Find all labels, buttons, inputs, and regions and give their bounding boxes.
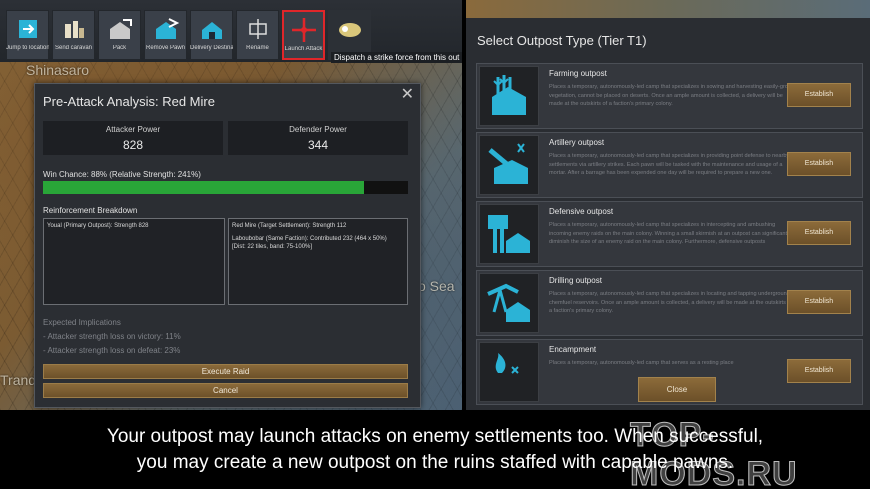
reinforcement-line: [Dist: 22 tiles, band: 75-100%] [232, 244, 313, 250]
reinforcement-left-box: Youal (Primary Outpost): Strength 828 [43, 218, 225, 305]
outpost-row-defensive: Defensive outpost Places a temporary, au… [476, 201, 863, 267]
launch-attack-button[interactable]: Launch Attack [282, 10, 325, 60]
close-button[interactable]: Close [638, 377, 716, 402]
encampment-icon [479, 342, 539, 402]
outpost-select-panel: Select Outpost Type (Tier T1) Farming ou… [466, 0, 870, 410]
cancel-button[interactable]: Cancel [43, 383, 408, 398]
defender-power-box: Defender Power 344 [228, 121, 408, 155]
world-toolbar: Jump to location Send caravan Pack Remov… [0, 0, 462, 63]
outpost-name: Encampment [549, 345, 597, 354]
attacker-power-value: 828 [122, 138, 144, 152]
farming-icon [479, 66, 539, 126]
caravan-icon [64, 21, 84, 38]
implication-line: - Attacker strength loss on victory: 11% [43, 332, 181, 341]
outpost-description: Places a temporary, autonomously-led cam… [549, 291, 793, 314]
close-icon[interactable]: ✕ [401, 84, 414, 104]
reinforcement-line: Red Mire (Target Settlement): Strength 1… [232, 223, 347, 229]
remove-pawn-icon [155, 18, 179, 39]
defensive-icon [479, 204, 539, 264]
outpost-name: Drilling outpost [549, 276, 602, 285]
map-label: Shinasaro [26, 62, 90, 78]
win-chance-text: Win Chance: 88% (Relative Strength: 241%… [43, 170, 201, 179]
rename-button[interactable]: Rename [236, 10, 279, 60]
win-chance-fill [43, 181, 365, 194]
reinforcement-line: Laboubobar (Same Faction): Contributed 2… [232, 236, 387, 242]
toolbar-tooltip: Dispatch a strike force from this out [331, 52, 462, 63]
map-label: o Sea [418, 278, 455, 294]
attacker-power-label: Attacker Power [105, 125, 161, 134]
reinforcement-label: Reinforcement Breakdown [43, 206, 138, 215]
reinforcement-line: Youal (Primary Outpost): Strength 828 [47, 223, 149, 229]
delivery-destination-button[interactable]: Delivery Destination [190, 10, 233, 60]
establish-button[interactable]: Establish [787, 152, 851, 176]
dialog-title: Pre-Attack Analysis: Red Mire [43, 94, 215, 109]
remove-pawn-button[interactable]: Remove Pawn [144, 10, 187, 60]
outpost-row-drilling: Drilling outpost Places a temporary, aut… [476, 270, 863, 336]
attacker-power-box: Attacker Power 828 [43, 121, 223, 155]
implications-section: Expected Implications - Attacker strengt… [43, 316, 181, 358]
reinforcement-right-box: Red Mire (Target Settlement): Strength 1… [228, 218, 408, 305]
strike-force-icon [338, 23, 361, 37]
artillery-icon [479, 135, 539, 195]
win-chance-bar [43, 181, 408, 194]
outpost-name: Farming outpost [549, 69, 607, 78]
panel-title: Select Outpost Type (Tier T1) [477, 33, 647, 48]
defender-power-label: Defender Power [289, 125, 347, 134]
implication-line: - Attacker strength loss on defeat: 23% [43, 346, 181, 355]
delivery-icon [201, 22, 222, 39]
outpost-name: Defensive outpost [549, 207, 614, 216]
crosshair-icon [291, 18, 316, 42]
outpost-description: Places a temporary, autonomously-led cam… [549, 84, 796, 107]
outpost-name: Artillery outpost [549, 138, 605, 147]
jump-icon [18, 20, 37, 38]
map-label: Trand [0, 372, 37, 388]
pre-attack-dialog: Pre-Attack Analysis: Red Mire ✕ Attacker… [34, 83, 421, 408]
implications-title: Expected Implications [43, 318, 121, 327]
defender-power-value: 344 [307, 138, 329, 152]
map-strip [466, 0, 870, 18]
rename-icon [248, 19, 267, 39]
pack-button[interactable]: Pack [98, 10, 141, 60]
establish-button[interactable]: Establish [787, 221, 851, 245]
outpost-description: Places a temporary, autonomously-led cam… [549, 153, 790, 176]
establish-button[interactable]: Establish [787, 83, 851, 107]
outpost-row-farming: Farming outpost Places a temporary, auto… [476, 63, 863, 129]
drilling-icon [479, 273, 539, 333]
pack-icon [109, 19, 132, 39]
watermark: TOP-MODS.RU [630, 416, 798, 489]
world-map-view[interactable]: Shinasaro o Sea Trand Jump to location S… [0, 0, 462, 410]
establish-button[interactable]: Establish [787, 290, 851, 314]
jump-to-location-button[interactable]: Jump to location [6, 10, 49, 60]
establish-button[interactable]: Establish [787, 359, 851, 383]
send-caravan-button[interactable]: Send caravan [52, 10, 95, 60]
outpost-row-artillery: Artillery outpost Places a temporary, au… [476, 132, 863, 198]
execute-raid-button[interactable]: Execute Raid [43, 364, 408, 379]
outpost-description: Places a temporary, autonomously-led cam… [549, 222, 792, 245]
